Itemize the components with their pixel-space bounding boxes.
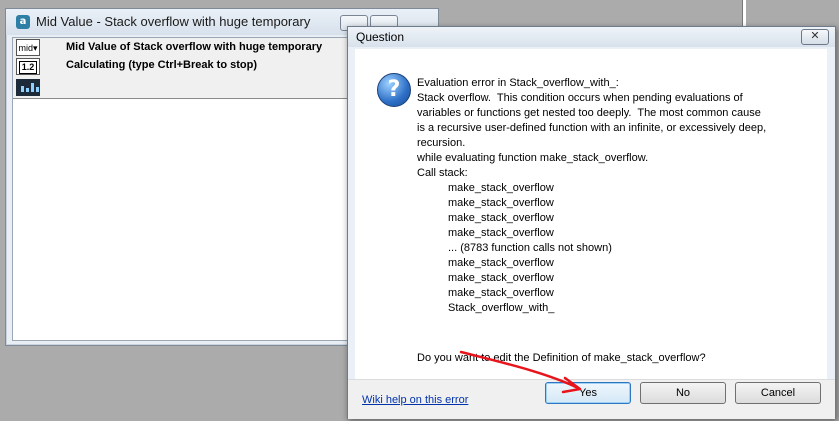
message-line: is a recursive user-defined function wit… — [417, 122, 767, 134]
message-line: recursion. — [417, 137, 466, 149]
close-icon: ✕ — [810, 30, 820, 42]
analytica-app-icon: a — [16, 15, 30, 29]
question-icon: ? — [377, 73, 411, 107]
dialog-title: Question — [356, 30, 405, 44]
call-stack-entry: make_stack_overflow — [448, 197, 554, 209]
message-line: while evaluating function make_stack_ove… — [417, 152, 649, 164]
dialog-title-bar[interactable]: Question ✕ — [348, 27, 835, 47]
yes-button[interactable]: Yes — [545, 382, 631, 404]
close-button[interactable]: ✕ — [801, 29, 829, 45]
graph-view-button[interactable] — [16, 79, 40, 96]
cancel-button[interactable]: Cancel — [735, 382, 821, 404]
call-stack-entry: make_stack_overflow — [448, 287, 554, 299]
error-message: Evaluation error in Stack_overflow_with_… — [417, 76, 817, 316]
window-title: Mid Value - Stack overflow with huge tem… — [36, 14, 311, 29]
question-dialog[interactable]: Question ✕ ? Evaluation error in Stack_o… — [347, 26, 836, 419]
message-line: Stack overflow. This condition occurs wh… — [417, 92, 743, 104]
call-stack-entry: ... (8783 function calls not shown) — [448, 242, 612, 254]
call-stack-entry: make_stack_overflow — [448, 272, 554, 284]
wiki-help-link[interactable]: Wiki help on this error — [362, 394, 468, 406]
dialog-footer: Wiki help on this error Yes No Cancel — [348, 379, 835, 419]
call-stack-entry: make_stack_overflow — [448, 257, 554, 269]
table-view-button[interactable]: 1.2 — [16, 58, 40, 75]
no-button[interactable]: No — [640, 382, 726, 404]
call-stack-entry: make_stack_overflow — [448, 227, 554, 239]
message-line: variables or functions get nested too de… — [417, 107, 761, 119]
calculation-status: Calculating (type Ctrl+Break to stop) — [66, 59, 258, 71]
call-stack-entry: make_stack_overflow — [448, 212, 554, 224]
call-stack-entry: make_stack_overflow — [448, 182, 554, 194]
message-line: Call stack: — [417, 167, 468, 179]
message-line: Evaluation error in Stack_overflow_with_… — [417, 77, 619, 89]
call-stack-entry: Stack_overflow_with_ — [448, 302, 555, 314]
mid-dropdown[interactable]: mid▾ — [16, 39, 40, 56]
dialog-content: ? Evaluation error in Stack_overflow_wit… — [355, 49, 827, 379]
edit-definition-prompt: Do you want to edit the Definition of ma… — [417, 352, 706, 364]
table-view-icon: 1.2 — [18, 61, 38, 74]
result-heading: Mid Value of Stack overflow with huge te… — [66, 41, 323, 53]
